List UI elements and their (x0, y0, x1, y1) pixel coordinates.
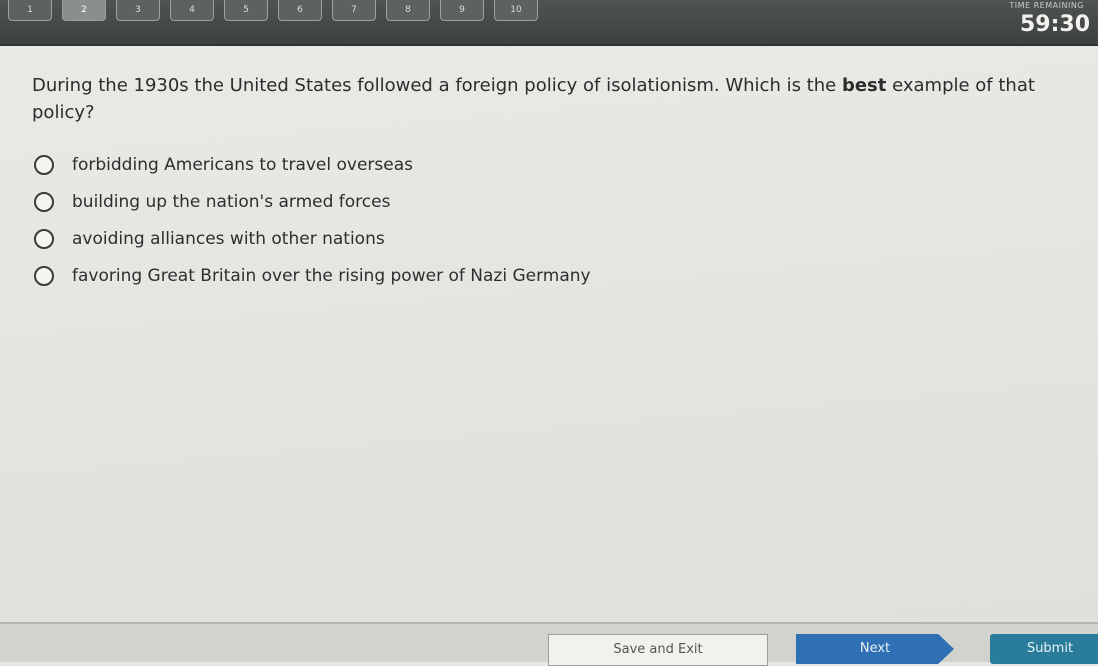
question-text: During the 1930s the United States follo… (32, 72, 1082, 126)
answer-choices: forbidding Americans to travel overseas … (34, 146, 591, 294)
question-nav-button[interactable]: 4 (170, 0, 214, 21)
question-nav-button[interactable]: 6 (278, 0, 322, 21)
radio-button[interactable] (34, 265, 54, 286)
radio-button[interactable] (34, 154, 54, 175)
question-nav-button[interactable]: 10 (494, 0, 538, 21)
radio-button[interactable] (34, 228, 54, 249)
question-nav-button[interactable]: 8 (386, 0, 430, 21)
answer-choice-label[interactable]: favoring Great Britain over the rising p… (72, 266, 591, 286)
bottom-bar: Save and Exit Next Submit (0, 622, 1098, 666)
countdown-timer: 59:30 (1019, 12, 1090, 37)
timer-label: TIME REMAINING (1009, 1, 1084, 10)
question-text-start: During the 1930s the United States follo… (32, 75, 842, 96)
question-text-emphasis: best (841, 75, 887, 96)
answer-choice-label[interactable]: avoiding alliances with other nations (72, 229, 385, 249)
answer-choice-4[interactable]: favoring Great Britain over the rising p… (34, 257, 591, 294)
answer-choice-label[interactable]: forbidding Americans to travel overseas (72, 155, 413, 175)
radio-button[interactable] (34, 191, 54, 212)
answer-choice-3[interactable]: avoiding alliances with other nations (34, 220, 591, 257)
question-nav-button[interactable]: 1 (8, 0, 52, 21)
question-nav-button[interactable]: 3 (116, 0, 160, 21)
answer-choice-1[interactable]: forbidding Americans to travel overseas (34, 146, 591, 183)
question-nav-button[interactable]: 7 (332, 0, 376, 21)
save-and-exit-button[interactable]: Save and Exit (548, 634, 768, 666)
question-panel: During the 1930s the United States follo… (0, 46, 1098, 622)
question-nav-button[interactable]: 9 (440, 0, 484, 21)
question-navigator: 1 2 3 4 5 6 7 8 9 10 (0, 0, 538, 24)
question-nav-button[interactable]: 5 (224, 0, 268, 21)
question-nav-button-current[interactable]: 2 (62, 0, 106, 21)
top-bar: 1 2 3 4 5 6 7 8 9 10 TIME REMAINING 59:3… (0, 0, 1098, 46)
answer-choice-label[interactable]: building up the nation's armed forces (72, 192, 390, 212)
answer-choice-2[interactable]: building up the nation's armed forces (34, 183, 591, 220)
